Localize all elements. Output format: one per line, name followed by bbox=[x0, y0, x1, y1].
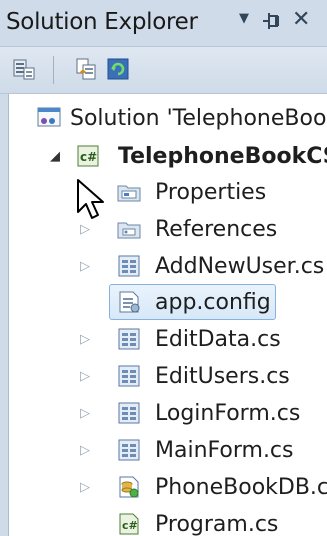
collapsed-arrow-icon[interactable]: ▷ bbox=[80, 481, 90, 494]
solution-explorer-toolbar bbox=[0, 47, 327, 94]
tree-item-editdata[interactable]: ▷ EditData.cs bbox=[0, 321, 327, 359]
tree-item-appconfig[interactable]: app.config bbox=[0, 284, 327, 322]
database-file-icon bbox=[119, 476, 139, 498]
tree-item-addnewuser[interactable]: ▷ AddNewUser.cs bbox=[0, 248, 327, 286]
tree-item-label: PhoneBookDB.cs bbox=[155, 475, 327, 500]
tree-item-properties[interactable]: ▷ Properties bbox=[0, 174, 327, 212]
config-file-icon bbox=[119, 291, 140, 313]
properties-icon bbox=[13, 59, 35, 80]
toolbar-separator bbox=[53, 56, 54, 84]
tree-item-editusers[interactable]: ▷ EditUsers.cs bbox=[0, 358, 327, 396]
collapsed-arrow-icon[interactable]: ▷ bbox=[80, 370, 90, 383]
csharp-file-icon: c# bbox=[119, 513, 139, 535]
collapsed-arrow-icon[interactable]: ▷ bbox=[80, 333, 90, 346]
auto-hide-pin-button[interactable] bbox=[260, 9, 284, 38]
tree-item-references[interactable]: ▷ References bbox=[0, 211, 327, 249]
tree-item-label: EditUsers.cs bbox=[155, 364, 290, 389]
form-file-icon bbox=[118, 255, 140, 277]
tree-item-label: References bbox=[155, 217, 278, 242]
form-file-icon bbox=[118, 402, 140, 424]
tree-item-program[interactable]: c# Program.cs bbox=[0, 506, 327, 536]
tree-item-phonebookdb[interactable]: ▷ PhoneBookDB.cs bbox=[0, 469, 327, 507]
csharp-project-icon: c# bbox=[77, 145, 99, 167]
tree-item-label: MainForm.cs bbox=[155, 438, 294, 463]
window-position-dropdown-button[interactable]: ▼ bbox=[239, 12, 249, 25]
tree-node-project[interactable]: ◢ c# TelephoneBookCS bbox=[0, 138, 327, 176]
collapsed-arrow-icon[interactable]: ▷ bbox=[80, 260, 90, 273]
tree-item-loginform[interactable]: ▷ LoginForm.cs bbox=[0, 395, 327, 433]
show-all-files-icon bbox=[76, 58, 96, 80]
solution-explorer-panel: Solution Explorer ▼ ✕ Solution 'Telephon… bbox=[0, 0, 327, 536]
tree-node-label: TelephoneBookCS bbox=[118, 144, 327, 169]
form-file-icon bbox=[118, 328, 140, 350]
properties-folder-icon bbox=[117, 185, 141, 202]
expanded-arrow-icon[interactable]: ◢ bbox=[50, 150, 60, 163]
tree-item-label: LoginForm.cs bbox=[155, 401, 301, 426]
refresh-icon bbox=[107, 58, 129, 80]
mouse-cursor-icon bbox=[77, 179, 104, 219]
form-file-icon bbox=[118, 439, 140, 461]
close-button[interactable]: ✕ bbox=[292, 9, 310, 31]
tree-item-label: app.config bbox=[155, 290, 271, 315]
tree-node-solution[interactable]: Solution 'TelephoneBookCS' bbox=[0, 100, 327, 138]
svg-text:c#: c# bbox=[122, 519, 138, 532]
tree-item-label: Properties bbox=[155, 180, 267, 205]
collapsed-arrow-icon[interactable]: ▷ bbox=[80, 223, 90, 236]
tree-item-label: AddNewUser.cs bbox=[155, 254, 325, 279]
solution-tree: Solution 'TelephoneBookCS' ◢ c# Telephon… bbox=[0, 94, 327, 536]
properties-button[interactable] bbox=[12, 57, 36, 81]
pin-icon bbox=[263, 13, 279, 29]
solution-icon bbox=[37, 107, 61, 127]
form-file-icon bbox=[118, 365, 140, 387]
refresh-button[interactable] bbox=[106, 57, 130, 81]
references-folder-icon bbox=[117, 222, 141, 239]
collapsed-arrow-icon[interactable]: ▷ bbox=[80, 444, 90, 457]
panel-titlebar: Solution Explorer ▼ ✕ bbox=[0, 0, 327, 47]
panel-title: Solution Explorer bbox=[6, 9, 198, 35]
collapsed-arrow-icon[interactable]: ▷ bbox=[80, 407, 90, 420]
tree-item-mainform[interactable]: ▷ MainForm.cs bbox=[0, 432, 327, 470]
tree-item-label: EditData.cs bbox=[155, 327, 281, 352]
show-all-files-button[interactable] bbox=[74, 57, 98, 81]
tree-node-label: Solution 'TelephoneBookCS' bbox=[70, 106, 327, 131]
svg-text:c#: c# bbox=[80, 150, 97, 164]
tree-item-label: Program.cs bbox=[155, 512, 279, 536]
